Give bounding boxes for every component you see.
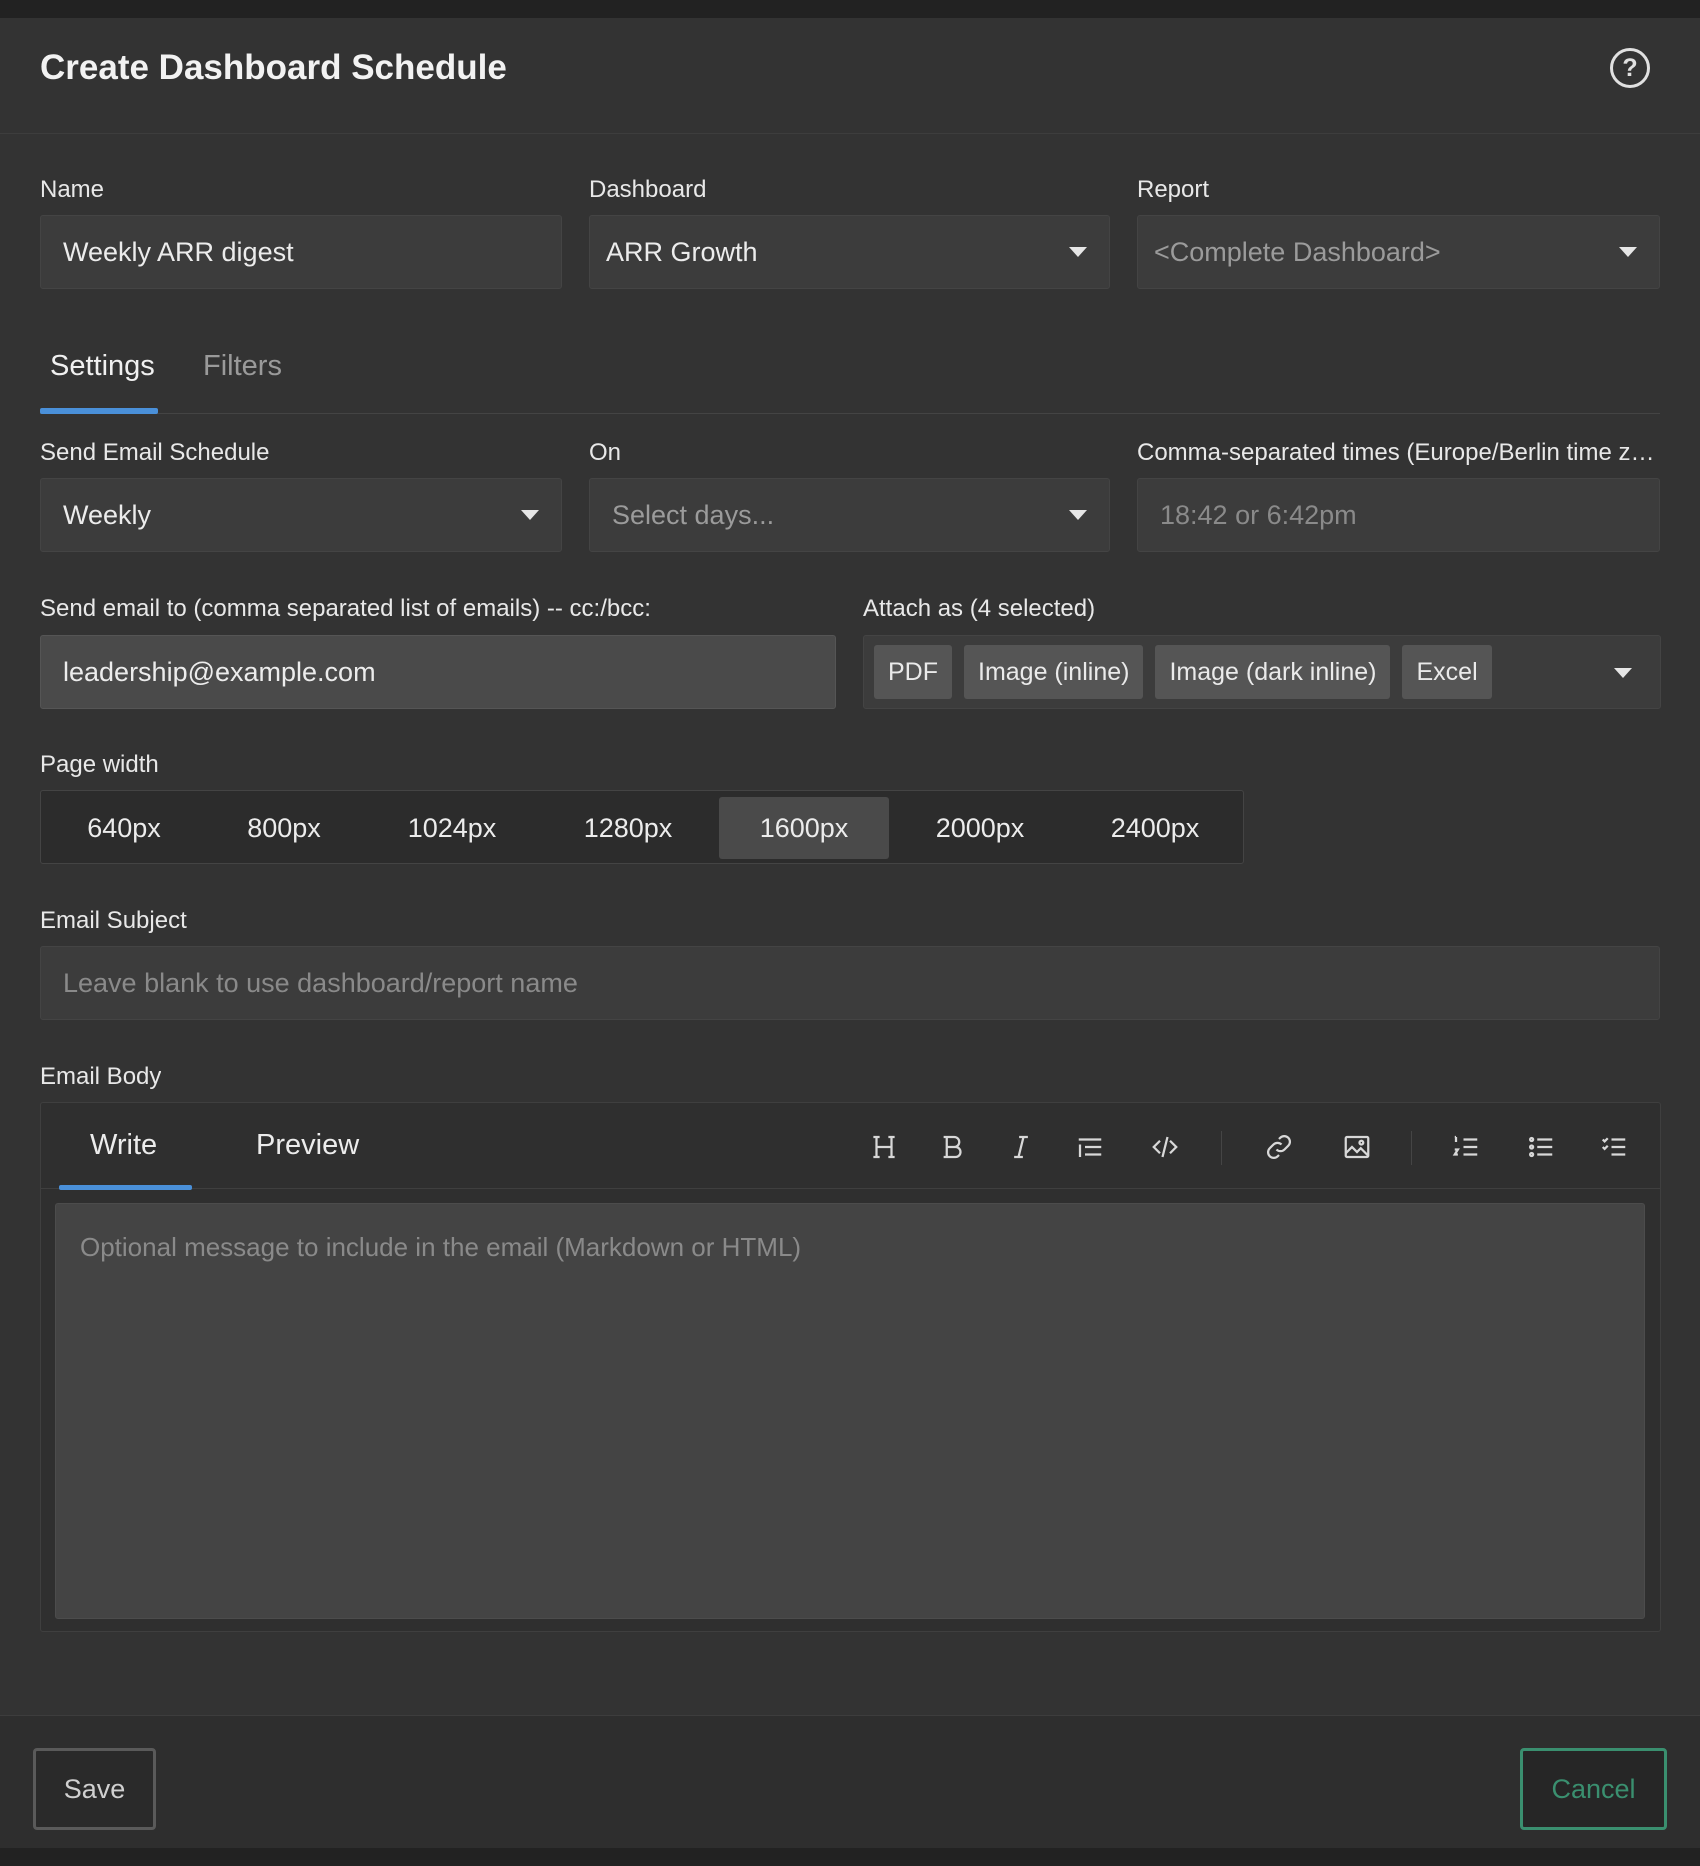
tab-write[interactable]: Write — [90, 1129, 157, 1162]
name-input-value: Weekly ARR digest — [63, 236, 294, 267]
quote-icon[interactable] — [1068, 1125, 1112, 1169]
markdown-editor: Write Preview Optional message to includ… — [40, 1102, 1661, 1632]
caret-down-icon — [1069, 247, 1087, 257]
dialog-footer: Save Cancel — [0, 1715, 1700, 1848]
page-width-option-selected[interactable]: 1600px — [719, 797, 889, 859]
italic-icon[interactable] — [999, 1125, 1043, 1169]
name-label: Name — [40, 176, 105, 203]
dialog-header: Create Dashboard Schedule ? — [0, 18, 1700, 134]
schedule-select[interactable]: Weekly — [40, 478, 562, 552]
report-select[interactable]: <Complete Dashboard> — [1137, 215, 1660, 289]
page-width-option[interactable]: 1280px — [543, 797, 713, 859]
tab-preview[interactable]: Preview — [256, 1129, 359, 1162]
page-width-option[interactable]: 640px — [47, 797, 201, 859]
body-label: Email Body — [40, 1063, 162, 1090]
name-input[interactable]: Weekly ARR digest — [40, 215, 562, 289]
page-width-option[interactable]: 2400px — [1071, 797, 1239, 859]
recipients-input-value: leadership@example.com — [63, 656, 376, 687]
report-label: Report — [1137, 176, 1210, 203]
settings-tabs: Settings Filters — [40, 328, 1660, 414]
times-input-placeholder: 18:42 or 6:42pm — [1160, 499, 1357, 530]
dashboard-select-value: ARR Growth — [606, 236, 758, 267]
backdrop-bottom — [0, 1848, 1700, 1866]
caret-down-icon[interactable] — [1614, 668, 1632, 678]
tab-settings[interactable]: Settings — [50, 350, 155, 383]
caret-down-icon — [1069, 510, 1087, 520]
schedule-select-value: Weekly — [63, 499, 152, 530]
schedule-dialog: Create Dashboard Schedule ? Name Weekly … — [0, 18, 1700, 1848]
times-label: Comma-separated times (Europe/Berlin tim… — [1137, 439, 1660, 466]
caret-down-icon — [1619, 247, 1637, 257]
attach-multiselect[interactable]: PDF Image (inline) Image (dark inline) E… — [863, 635, 1661, 709]
save-button[interactable]: Save — [33, 1748, 156, 1830]
editor-tabs: Write Preview — [41, 1103, 1660, 1190]
help-circle-icon[interactable]: ? — [1610, 48, 1650, 88]
cancel-button[interactable]: Cancel — [1520, 1748, 1667, 1830]
ordered-list-icon[interactable] — [1444, 1125, 1488, 1169]
tab-filters[interactable]: Filters — [203, 350, 282, 383]
attach-chip-image-dark-inline[interactable]: Image (dark inline) — [1155, 645, 1391, 699]
recipients-input[interactable]: leadership@example.com — [40, 635, 836, 709]
dialog-title: Create Dashboard Schedule — [40, 48, 507, 87]
page-width-option[interactable]: 800px — [207, 797, 361, 859]
page-width-option[interactable]: 1024px — [367, 797, 537, 859]
attach-label: Attach as (4 selected) — [863, 595, 1096, 622]
subject-label: Email Subject — [40, 907, 187, 934]
task-list-icon[interactable] — [1592, 1125, 1636, 1169]
bold-icon[interactable] — [931, 1125, 975, 1169]
attach-chip-pdf[interactable]: PDF — [874, 645, 952, 699]
schedule-label: Send Email Schedule — [40, 439, 270, 466]
image-icon[interactable] — [1335, 1125, 1379, 1169]
caret-down-icon — [521, 510, 539, 520]
code-icon[interactable] — [1143, 1125, 1187, 1169]
toolbar-separator — [1411, 1131, 1412, 1165]
times-input[interactable]: 18:42 or 6:42pm — [1137, 478, 1660, 552]
days-select-placeholder: Select days... — [612, 499, 775, 530]
report-select-value: <Complete Dashboard> — [1154, 236, 1441, 267]
days-select[interactable]: Select days... — [589, 478, 1110, 552]
link-icon[interactable] — [1257, 1125, 1301, 1169]
attach-chip-image-inline[interactable]: Image (inline) — [964, 645, 1144, 699]
toolbar-separator — [1221, 1131, 1222, 1165]
page-width-option[interactable]: 2000px — [895, 797, 1065, 859]
page-width-selector: 640px 800px 1024px 1280px 1600px 2000px … — [40, 790, 1244, 864]
on-label: On — [589, 439, 622, 466]
email-body-placeholder: Optional message to include in the email… — [80, 1232, 802, 1262]
subject-input[interactable]: Leave blank to use dashboard/report name — [40, 946, 1660, 1020]
active-editor-tab-indicator — [59, 1185, 192, 1190]
page-width-label: Page width — [40, 751, 159, 778]
dashboard-select[interactable]: ARR Growth — [589, 215, 1110, 289]
backdrop-top — [0, 0, 1700, 18]
dashboard-label: Dashboard — [589, 176, 707, 203]
attach-chip-excel[interactable]: Excel — [1402, 645, 1492, 699]
active-tab-indicator — [40, 408, 158, 414]
heading-icon[interactable] — [862, 1125, 906, 1169]
email-body-textarea[interactable]: Optional message to include in the email… — [55, 1203, 1645, 1619]
unordered-list-icon[interactable] — [1519, 1125, 1563, 1169]
recipients-label: Send email to (comma separated list of e… — [40, 595, 651, 622]
subject-input-placeholder: Leave blank to use dashboard/report name — [63, 967, 578, 998]
